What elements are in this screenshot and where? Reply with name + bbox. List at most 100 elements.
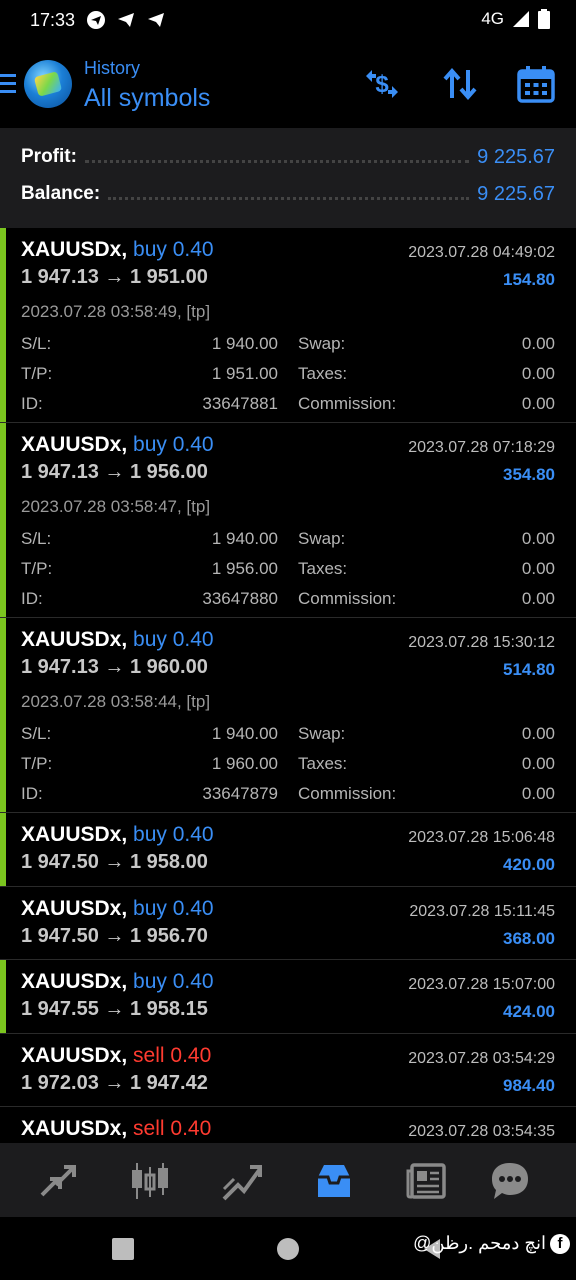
- notification-icons: [86, 10, 166, 30]
- swap-value: 0.00: [521, 334, 555, 353]
- taxes-label: Taxes:: [298, 754, 348, 773]
- trade-prices: 1 947.13 → 1 956.00: [21, 461, 208, 483]
- system-navigation: f انچ دمحم .رظن@: [0, 1217, 576, 1280]
- trade-prices: 1 947.50 → 1 956.70: [21, 924, 208, 947]
- commission-label: Commission:: [298, 784, 397, 803]
- trade-item[interactable]: XAUUSDx, buy 0.40 1 947.13 → 1 956.00 20…: [0, 423, 576, 618]
- trade-side: buy 0.40: [133, 433, 214, 456]
- position-marker: [0, 228, 6, 422]
- swap-label: Swap:: [298, 529, 346, 548]
- network-type: 4G: [481, 9, 504, 28]
- sl-value: 1 940.00: [211, 529, 278, 548]
- quotes-icon[interactable]: [36, 1159, 80, 1203]
- trade-item[interactable]: XAUUSDx, buy 0.40 1 947.55 → 1 958.15 20…: [0, 960, 576, 1034]
- trade-open-time: 2023.07.28 03:58:49, [tp]: [21, 302, 211, 321]
- trade-item[interactable]: XAUUSDx, buy 0.40 1 947.13 → 1 951.00 20…: [0, 228, 576, 423]
- sl-value: 1 940.00: [211, 334, 278, 353]
- trade-symbol-line: XAUUSDx, buy 0.40: [21, 628, 214, 652]
- chart-icon[interactable]: [128, 1159, 172, 1203]
- history-icon[interactable]: [312, 1159, 356, 1203]
- sort-icon[interactable]: [440, 64, 480, 104]
- trade-side: buy 0.40: [133, 970, 214, 993]
- calendar-icon[interactable]: [516, 64, 556, 104]
- telegram-icon: [87, 11, 105, 29]
- id-label: ID:: [21, 784, 43, 803]
- swap-label: Swap:: [298, 334, 346, 353]
- commission-value: 0.00: [521, 784, 555, 803]
- detail-row: T/P: 1 960.00 Taxes: 0.00: [21, 754, 555, 778]
- telegram-send-icon: [148, 13, 164, 27]
- id-value: 33647879: [202, 784, 278, 803]
- trade-profit: 154.80: [503, 270, 555, 289]
- commission-label: Commission:: [298, 589, 397, 608]
- news-icon[interactable]: [404, 1159, 448, 1203]
- chat-icon[interactable]: [488, 1159, 532, 1203]
- trade-close-time: 2023.07.28 15:07:00: [408, 976, 555, 993]
- trade-close-time: 2023.07.28 15:11:45: [409, 902, 555, 920]
- trade-symbol: XAUUSDx,: [21, 970, 128, 993]
- trade-item[interactable]: XAUUSDx, buy 0.40 1 947.13 → 1 960.00 20…: [0, 618, 576, 813]
- status-bar: 17:33 4G: [0, 0, 576, 42]
- profit-value: 9 225.67: [477, 145, 555, 168]
- balance-row: Balance: 9 225.67: [21, 179, 555, 209]
- detail-row: S/L: 1 940.00 Swap: 0.00: [21, 724, 555, 748]
- sl-label: S/L:: [21, 334, 52, 353]
- trade-close-time: 2023.07.28 03:54:35: [408, 1123, 555, 1140]
- tp-label: T/P:: [21, 559, 53, 578]
- trade-item[interactable]: XAUUSDx, buy 0.40 1 947.50 → 1 958.00 20…: [0, 813, 576, 887]
- trade-item[interactable]: XAUUSDx, sell 0.40 1 972.03 → 1 947.42 2…: [0, 1033, 576, 1107]
- id-value: 33647880: [202, 589, 278, 608]
- trade-symbol: XAUUSDx,: [21, 1043, 128, 1067]
- menu-icon[interactable]: [0, 74, 16, 98]
- trade-profit: 354.80: [503, 465, 555, 484]
- trade-side: sell 0.40: [133, 1043, 212, 1067]
- swap-label: Swap:: [298, 724, 346, 743]
- bottom-navigation: [0, 1143, 576, 1217]
- trade-side: sell 0.40: [133, 1117, 212, 1140]
- recents-button[interactable]: [112, 1238, 134, 1260]
- detail-row: S/L: 1 940.00 Swap: 0.00: [21, 334, 555, 358]
- position-marker: [0, 960, 6, 1033]
- home-button[interactable]: [277, 1238, 299, 1260]
- detail-row: ID: 33647879 Commission: 0.00: [21, 784, 555, 808]
- sl-label: S/L:: [21, 724, 52, 743]
- profit-row: Profit: 9 225.67: [21, 142, 555, 172]
- swap-value: 0.00: [521, 529, 555, 548]
- trade-symbol-line: XAUUSDx, buy 0.40: [21, 970, 214, 994]
- trade-profit: 424.00: [503, 1002, 555, 1021]
- position-marker: [0, 423, 6, 617]
- trade-profit: 368.00: [503, 928, 555, 948]
- taxes-value: 0.00: [521, 559, 555, 578]
- trade-close-time: 2023.07.28 15:06:48: [408, 829, 555, 846]
- trade-profit: 984.40: [503, 1075, 555, 1095]
- tp-value: 1 951.00: [211, 364, 278, 383]
- trade-side: buy 0.40: [133, 238, 214, 261]
- commission-label: Commission:: [298, 394, 397, 413]
- detail-row: S/L: 1 940.00 Swap: 0.00: [21, 529, 555, 553]
- trade-open-time: 2023.07.28 03:58:44, [tp]: [21, 692, 211, 711]
- header-title[interactable]: All symbols: [84, 84, 210, 113]
- dotted-leader: [84, 159, 470, 163]
- trade-icon[interactable]: [220, 1159, 264, 1203]
- id-label: ID:: [21, 589, 43, 608]
- detail-row: ID: 33647880 Commission: 0.00: [21, 589, 555, 613]
- status-time: 17:33: [30, 10, 76, 30]
- dotted-leader: [108, 196, 470, 200]
- taxes-label: Taxes:: [298, 559, 348, 578]
- trade-close-time: 2023.07.28 03:54:29: [408, 1049, 555, 1067]
- balance-label: Balance:: [21, 183, 101, 204]
- detail-row: T/P: 1 956.00 Taxes: 0.00: [21, 559, 555, 583]
- detail-row: T/P: 1 951.00 Taxes: 0.00: [21, 364, 555, 388]
- commission-value: 0.00: [521, 394, 555, 413]
- profit-label: Profit:: [21, 146, 77, 167]
- battery-icon: [538, 9, 550, 29]
- tp-value: 1 956.00: [211, 559, 278, 578]
- trade-item[interactable]: XAUUSDx, buy 0.40 1 947.50 → 1 956.70 20…: [0, 886, 576, 960]
- sl-value: 1 940.00: [211, 724, 278, 743]
- trade-prices: 1 947.13 → 1 951.00: [21, 266, 208, 288]
- trade-prices: 1 947.55 → 1 958.15: [21, 998, 208, 1020]
- currency-exchange-icon[interactable]: $: [362, 64, 402, 104]
- trade-symbol: XAUUSDx,: [21, 1117, 128, 1140]
- header-subtitle: History: [84, 58, 141, 78]
- trade-close-time: 2023.07.28 04:49:02: [408, 244, 555, 261]
